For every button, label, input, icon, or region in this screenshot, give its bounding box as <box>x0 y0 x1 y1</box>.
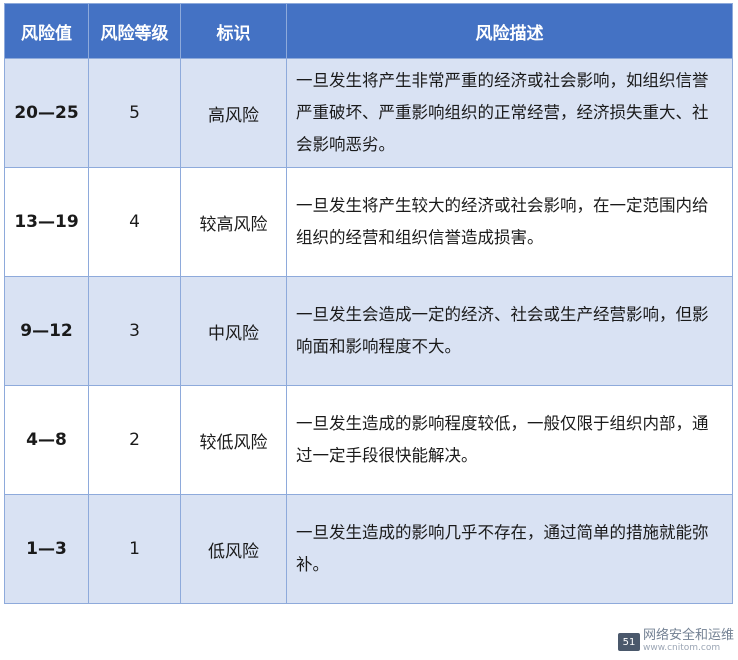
cell-risk-value: 1—3 <box>4 494 89 604</box>
cell-risk-level: 1 <box>88 494 181 604</box>
header-label: 标识 <box>180 3 287 59</box>
header-risk-level: 风险等级 <box>88 3 181 59</box>
cell-risk-level: 2 <box>88 385 181 495</box>
cell-risk-level: 3 <box>88 276 181 386</box>
header-risk-value: 风险值 <box>4 3 89 59</box>
cell-description: 一旦发生将产生较大的经济或社会影响，在一定范围内给组织的经营和组织信誉造成损害。 <box>286 167 733 277</box>
cell-description: 一旦发生造成的影响程度较低，一般仅限于组织内部，通过一定手段很快能解决。 <box>286 385 733 495</box>
table-header-row: 风险值 风险等级 标识 风险描述 <box>4 3 733 59</box>
watermark-text-group: 网络安全和运维 www.cnitom.com <box>642 628 734 654</box>
site-watermark: 51 网络安全和运维 www.cnitom.com <box>617 628 734 654</box>
cell-risk-value: 4—8 <box>4 385 89 495</box>
watermark-text: 网络安全和运维 <box>642 628 734 643</box>
table-row: 4—8 2 较低风险 一旦发生造成的影响程度较低，一般仅限于组织内部，通过一定手… <box>4 385 733 495</box>
cell-risk-value: 9—12 <box>4 276 89 386</box>
risk-level-table: 风险值 风险等级 标识 风险描述 20—25 5 高风险 一旦发生将产生非常严重… <box>4 3 733 604</box>
cell-description: 一旦发生造成的影响几乎不存在，通过简单的措施就能弥补。 <box>286 494 733 604</box>
cell-label: 较低风险 <box>180 385 287 495</box>
risk-table-container: 风险值 风险等级 标识 风险描述 20—25 5 高风险 一旦发生将产生非常严重… <box>4 3 733 604</box>
table-row: 1—3 1 低风险 一旦发生造成的影响几乎不存在，通过简单的措施就能弥补。 <box>4 494 733 604</box>
cell-label: 较高风险 <box>180 167 287 277</box>
header-risk-description: 风险描述 <box>286 3 733 59</box>
cell-label: 低风险 <box>180 494 287 604</box>
table-row: 9—12 3 中风险 一旦发生会造成一定的经济、社会或生产经营影响，但影响面和影… <box>4 276 733 386</box>
cell-label: 高风险 <box>180 58 287 168</box>
table-row: 20—25 5 高风险 一旦发生将产生非常严重的经济或社会影响，如组织信誉严重破… <box>4 58 733 168</box>
cell-risk-value: 13—19 <box>4 167 89 277</box>
cell-risk-level: 4 <box>88 167 181 277</box>
watermark-url: www.cnitom.com <box>642 643 721 653</box>
cell-risk-level: 5 <box>88 58 181 168</box>
watermark-logo-icon: 51 <box>617 633 640 651</box>
cell-description: 一旦发生会造成一定的经济、社会或生产经营影响，但影响面和影响程度不大。 <box>286 276 733 386</box>
table-row: 13—19 4 较高风险 一旦发生将产生较大的经济或社会影响，在一定范围内给组织… <box>4 167 733 277</box>
cell-description: 一旦发生将产生非常严重的经济或社会影响，如组织信誉严重破坏、严重影响组织的正常经… <box>286 58 733 168</box>
cell-risk-value: 20—25 <box>4 58 89 168</box>
cell-label: 中风险 <box>180 276 287 386</box>
